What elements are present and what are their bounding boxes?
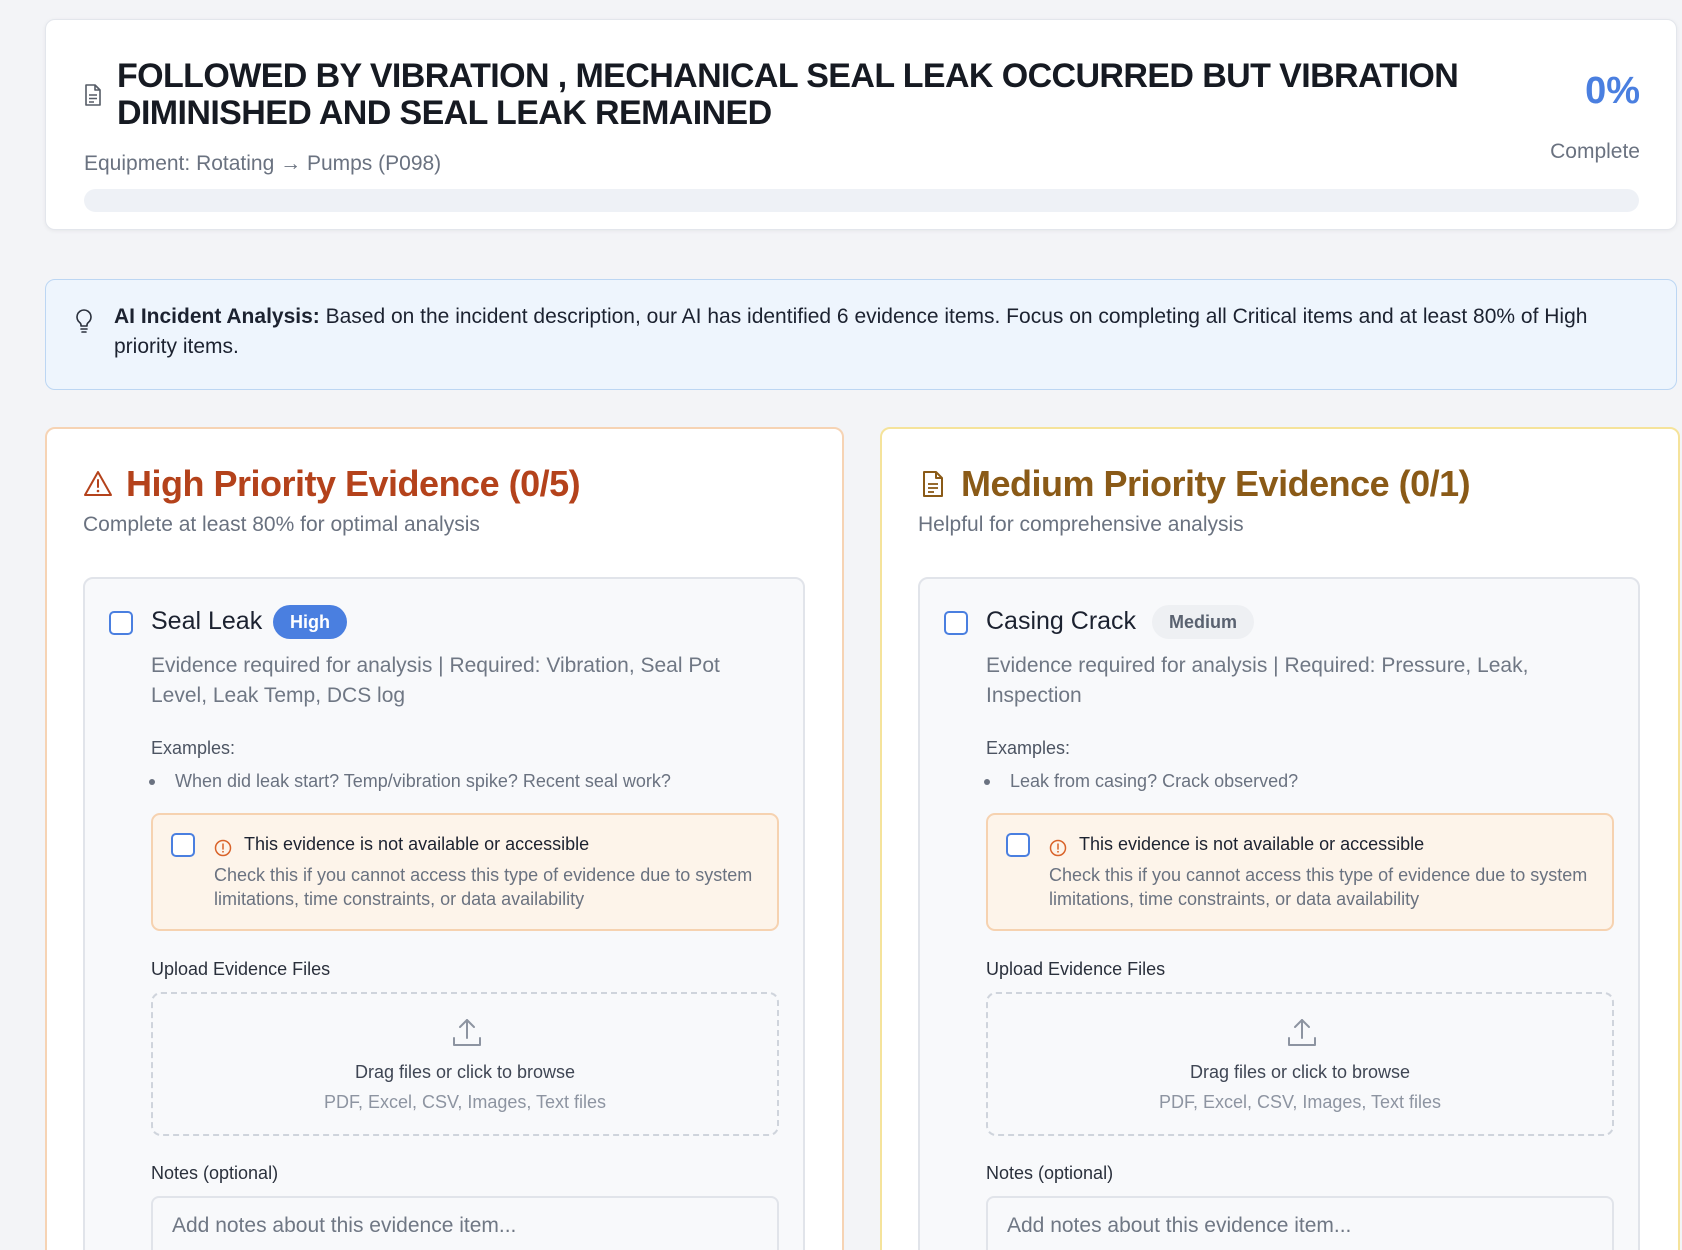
priority-badge: High bbox=[273, 605, 347, 639]
section-title: High Priority Evidence (0/5) bbox=[126, 463, 581, 504]
upload-label: Upload Evidence Files bbox=[151, 959, 331, 979]
notes-input[interactable] bbox=[986, 1196, 1614, 1250]
upload-icon bbox=[1288, 1019, 1316, 1046]
completion-label: Complete bbox=[1550, 140, 1640, 163]
examples-label: Examples: bbox=[986, 738, 1071, 758]
evidence-card-casing-crack: Casing Crack Medium Evidence required fo… bbox=[918, 577, 1640, 1250]
ai-analysis-label: AI Incident Analysis: bbox=[114, 305, 320, 328]
ai-analysis-text: AI Incident Analysis: Based on the incid… bbox=[114, 302, 1654, 362]
file-drop-zone[interactable]: Drag files or click to browse PDF, Excel… bbox=[986, 992, 1614, 1136]
evidence-description: Evidence required for analysis | Require… bbox=[986, 654, 1529, 707]
evidence-title: Casing Crack bbox=[986, 607, 1137, 635]
evidence-checkbox[interactable] bbox=[944, 611, 968, 635]
ai-analysis-banner: AI Incident Analysis: Based on the incid… bbox=[45, 279, 1677, 390]
warning-triangle-icon bbox=[84, 471, 112, 496]
document-icon bbox=[85, 84, 101, 106]
lightbulb-icon bbox=[76, 309, 92, 333]
not-available-description: Check this if you cannot access this typ… bbox=[214, 865, 753, 909]
not-available-checkbox[interactable] bbox=[1006, 833, 1030, 857]
progress-bar bbox=[84, 189, 1639, 212]
not-available-checkbox[interactable] bbox=[171, 833, 195, 857]
upload-label: Upload Evidence Files bbox=[986, 959, 1166, 979]
not-available-box: This evidence is not available or access… bbox=[986, 813, 1614, 931]
examples-label: Examples: bbox=[151, 738, 236, 758]
example-item: When did leak start? Temp/vibration spik… bbox=[175, 771, 671, 791]
bullet bbox=[149, 779, 155, 785]
alert-circle-icon bbox=[1049, 839, 1067, 857]
file-drop-zone[interactable]: Drag files or click to browse PDF, Excel… bbox=[151, 992, 779, 1136]
completion-percent: 0% bbox=[1585, 70, 1640, 112]
incident-header-card: FOLLOWED BY VIBRATION , MECHANICAL SEAL … bbox=[45, 19, 1677, 230]
priority-badge: Medium bbox=[1152, 605, 1255, 639]
not-available-box: This evidence is not available or access… bbox=[151, 813, 779, 931]
drop-zone-text: Drag files or click to browse bbox=[1189, 1062, 1411, 1082]
page-title: FOLLOWED BY VIBRATION , MECHANICAL SEAL … bbox=[117, 57, 1459, 132]
not-available-title: This evidence is not available or access… bbox=[244, 834, 590, 854]
section-subtitle: Helpful for comprehensive analysis bbox=[918, 513, 1244, 536]
evidence-description: Evidence required for analysis | Require… bbox=[151, 654, 720, 707]
notes-label: Notes (optional) bbox=[986, 1163, 1114, 1183]
evidence-checkbox[interactable] bbox=[109, 611, 133, 635]
evidence-card-seal-leak: Seal Leak High Evidence required for ana… bbox=[83, 577, 805, 1250]
high-priority-section: High Priority Evidence (0/5) Complete at… bbox=[45, 427, 844, 1250]
ai-analysis-body: Based on the incident description, our A… bbox=[114, 305, 1588, 358]
not-available-description: Check this if you cannot access this typ… bbox=[1049, 865, 1588, 909]
upload-icon bbox=[453, 1019, 481, 1046]
not-available-title: This evidence is not available or access… bbox=[1079, 834, 1425, 854]
medium-priority-section: Medium Priority Evidence (0/1) Helpful f… bbox=[880, 427, 1680, 1250]
page: FOLLOWED BY VIBRATION , MECHANICAL SEAL … bbox=[0, 0, 1682, 1250]
drop-zone-file-types: PDF, Excel, CSV, Images, Text files bbox=[1158, 1092, 1442, 1112]
example-item: Leak from casing? Crack observed? bbox=[1010, 771, 1299, 791]
section-title: Medium Priority Evidence (0/1) bbox=[961, 463, 1471, 504]
notes-input[interactable] bbox=[151, 1196, 779, 1250]
document-icon bbox=[923, 471, 943, 497]
drop-zone-text: Drag files or click to browse bbox=[354, 1062, 576, 1082]
equipment-path: Equipment: Rotating → Pumps (P098) bbox=[84, 152, 442, 175]
bullet bbox=[984, 779, 990, 785]
evidence-title: Seal Leak bbox=[151, 607, 263, 635]
drop-zone-file-types: PDF, Excel, CSV, Images, Text files bbox=[323, 1092, 607, 1112]
alert-circle-icon bbox=[214, 839, 232, 857]
section-subtitle: Complete at least 80% for optimal analys… bbox=[83, 513, 480, 536]
notes-label: Notes (optional) bbox=[151, 1163, 279, 1183]
